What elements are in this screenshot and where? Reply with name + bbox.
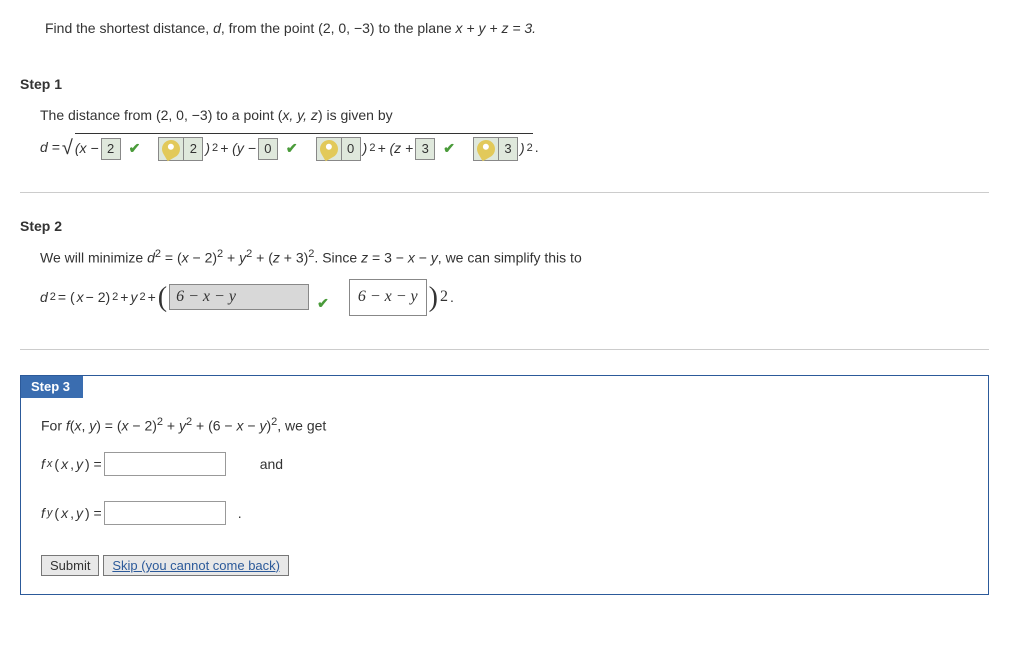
step-3-buttons: Submit Skip (you cannot come back) (41, 555, 973, 576)
fxa: ( (54, 456, 59, 472)
eq2c: + (120, 284, 128, 311)
sqrt-icon: √ (62, 129, 73, 167)
check-icon: ✔ (129, 135, 141, 162)
s2c: − 2) (189, 249, 217, 265)
key-1-value: 2 (183, 138, 202, 160)
step1-xyz: x, y, z (282, 107, 318, 123)
key-2-value: 0 (341, 138, 360, 160)
step-3-panel: Step 3 For f(x, y) = (x − 2)2 + y2 + (6 … (20, 375, 989, 595)
eq2b: − 2) (86, 284, 111, 311)
s3h: − (244, 418, 260, 434)
answer-1-input[interactable]: 2 (101, 138, 121, 160)
step1-dot: . (535, 134, 539, 161)
step-3-label: Step 3 (21, 376, 80, 397)
s2e: + ( (252, 249, 273, 265)
step2-key-display: 6 − x − y (349, 279, 427, 315)
x-open: (x − (75, 135, 99, 162)
step-2-text: We will minimize d2 = (x − 2)2 + y2 + (z… (40, 244, 989, 271)
key-icon (316, 136, 341, 161)
key-3-value: 3 (498, 138, 517, 160)
eq2a: = ( (58, 284, 75, 311)
fxb: , (70, 456, 74, 472)
submit-button[interactable]: Submit (41, 555, 99, 576)
divider (20, 349, 989, 350)
s2h: = 3 − (368, 249, 408, 265)
step2-dot: . (450, 284, 454, 311)
s2b: = ( (161, 249, 182, 265)
step1-lead-a: The distance from (2, 0, −3) to a point … (40, 107, 282, 123)
fx-row: fx(x, y) = and (41, 452, 973, 476)
key-answer-1: 2 (158, 137, 203, 161)
close2: ) (363, 135, 368, 162)
step1-d-eq: d = (40, 134, 60, 161)
fyc: ) = (85, 505, 102, 521)
eq2d: + (148, 284, 156, 311)
prompt-mid: , from the point (2, 0, −3) to the plane (221, 20, 456, 36)
s3a: For (41, 418, 66, 434)
prompt-equation: x + y + z = 3. (456, 20, 537, 36)
check-icon: ✔ (443, 135, 455, 162)
y-open: + (y − (220, 135, 256, 162)
s2i: − (415, 249, 431, 265)
z-open: + (z + (377, 135, 413, 162)
problem-prompt: Find the shortest distance, d, from the … (20, 20, 989, 36)
s3g: + (6 − (192, 418, 236, 434)
check-icon: ✔ (286, 135, 298, 162)
s3j: , we get (277, 418, 326, 434)
step-2-label: Step 2 (20, 218, 989, 234)
and-text: and (260, 456, 283, 472)
fya: ( (54, 505, 59, 521)
step-1-equation: d = √ (x − 2 ✔ 2 )2 + (y − 0 ✔ 0 )2 (40, 129, 989, 167)
prompt-text: Find the shortest distance, (45, 20, 213, 36)
skip-link-text: Skip (you cannot come back) (112, 558, 280, 573)
check-icon: ✔ (317, 290, 329, 317)
close1: ) (205, 135, 210, 162)
step-1-lead: The distance from (2, 0, −3) to a point … (40, 102, 989, 129)
s2f: + 3) (280, 249, 308, 265)
fx-answer-input[interactable] (104, 452, 226, 476)
step-1-label: Step 1 (20, 76, 989, 92)
step-2: Step 2 We will minimize d2 = (x − 2)2 + … (20, 218, 989, 324)
fyb: , (70, 505, 74, 521)
answer-2-input[interactable]: 0 (258, 138, 278, 160)
sqrt-content: (x − 2 ✔ 2 )2 + (y − 0 ✔ 0 )2 + (z + 3 (75, 133, 533, 162)
fxc: ) = (85, 456, 102, 472)
prompt-var-d: d (213, 20, 221, 36)
s2d: + (223, 249, 239, 265)
step3-dot: . (238, 505, 242, 521)
step-2-equation: d2 = (x − 2)2 + y2 + ( 6 − x − y ✔ 6 − x… (40, 271, 989, 324)
step2-answer-input[interactable]: 6 − x − y (169, 284, 309, 310)
s2g: . Since (314, 249, 361, 265)
step1-lead-b: ) is given by (318, 107, 393, 123)
key-answer-2: 0 (316, 137, 361, 161)
s3e: − 2) (129, 418, 157, 434)
fy-answer-input[interactable] (104, 501, 226, 525)
step-3-text: For f(x, y) = (x − 2)2 + y2 + (6 − x − y… (41, 416, 973, 434)
s2j: , we can simplify this to (438, 249, 582, 265)
key-icon (474, 136, 499, 161)
fy-row: fy(x, y) = . (41, 501, 973, 525)
answer-3-input[interactable]: 3 (415, 138, 435, 160)
skip-button[interactable]: Skip (you cannot come back) (103, 555, 289, 576)
step-1: Step 1 The distance from (2, 0, −3) to a… (20, 76, 989, 167)
divider (20, 192, 989, 193)
s3f: + (163, 418, 179, 434)
key-icon (159, 136, 184, 161)
s2a: We will minimize (40, 249, 147, 265)
close3: ) (520, 135, 525, 162)
key-answer-3: 3 (473, 137, 518, 161)
s3d: ) = ( (96, 418, 121, 434)
